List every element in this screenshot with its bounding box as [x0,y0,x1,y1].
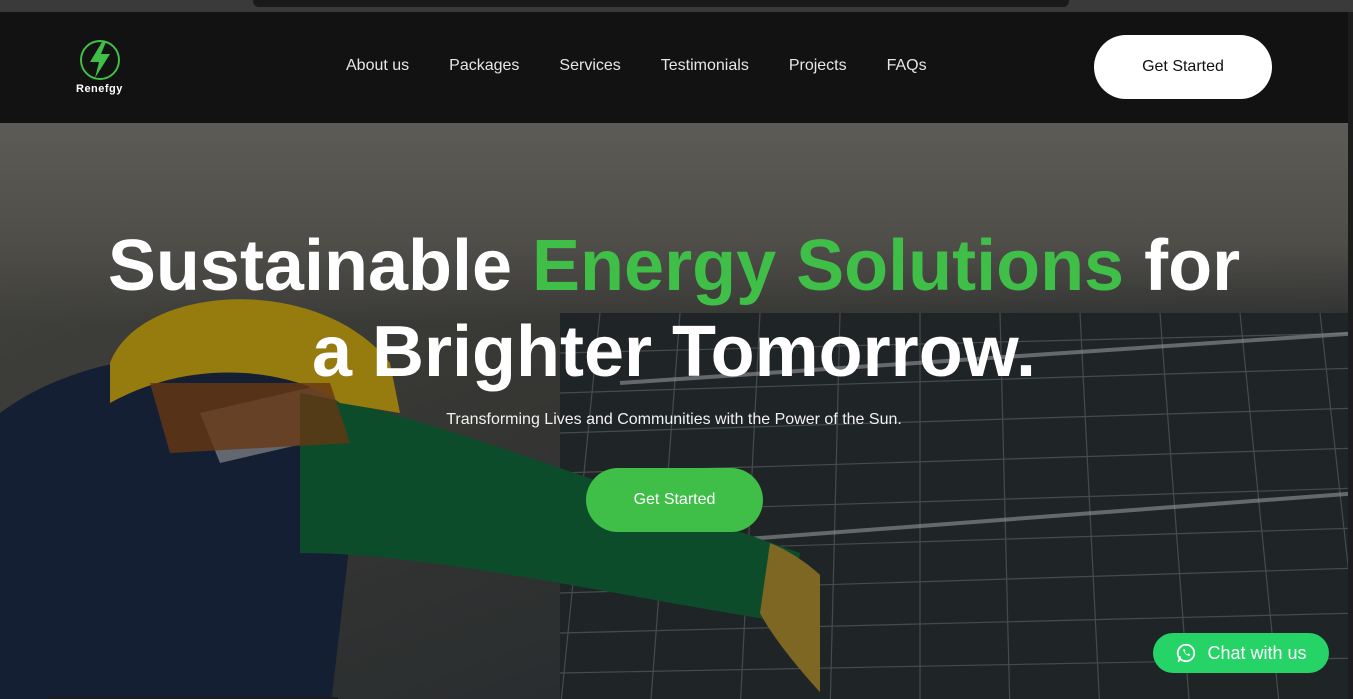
whatsapp-icon [1177,643,1196,663]
nav-faqs[interactable]: FAQs [887,57,927,75]
hero-subtitle: Transforming Lives and Communities with … [446,411,902,428]
site-header: Renefgy About us Packages Services Testi… [0,12,1348,123]
nav-services[interactable]: Services [559,57,620,75]
nav-packages[interactable]: Packages [449,57,519,75]
hero-get-started-button[interactable]: Get Started [586,468,763,532]
hero-headline: Sustainable Energy Solutions for a Brigh… [0,223,1348,395]
browser-top-strip [0,0,1353,12]
chat-label: Chat with us [1207,642,1307,663]
headline-line2: a Brighter Tomorrow. [311,312,1037,392]
page-scrollbar[interactable] [1348,12,1353,699]
brand-logo[interactable]: Renefgy [74,37,130,99]
headline-highlight: Energy Solutions [532,226,1125,306]
header-get-started-button[interactable]: Get Started [1094,35,1272,99]
hero-section: Sustainable Energy Solutions for a Brigh… [0,123,1348,699]
chat-with-us-button[interactable]: Chat with us [1153,633,1329,673]
headline-part1: Sustainable [107,226,533,306]
headline-part2: for [1124,226,1241,306]
main-nav: About us Packages Services Testimonials … [346,57,967,75]
nav-testimonials[interactable]: Testimonials [661,57,749,75]
nav-about-us[interactable]: About us [346,57,409,75]
lightning-bolt-icon [90,42,110,78]
brand-name: Renefgy [76,83,123,95]
browser-address-bar [253,0,1069,7]
nav-projects[interactable]: Projects [789,57,847,75]
